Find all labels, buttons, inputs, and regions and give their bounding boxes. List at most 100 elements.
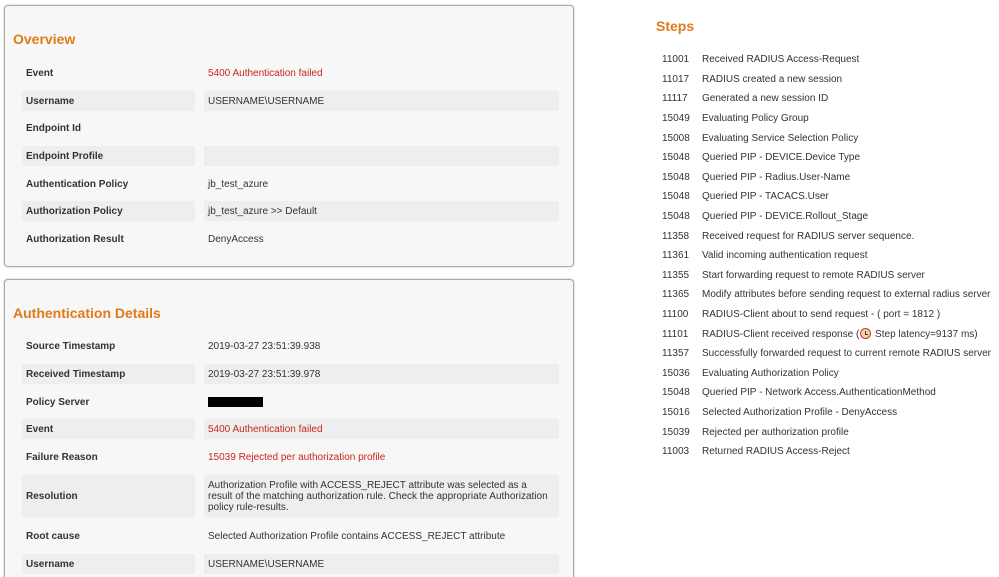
authentication-details-panel: Authentication Details Source Timestamp … xyxy=(4,279,574,577)
step-item: 15049 Evaluating Policy Group xyxy=(656,109,996,129)
step-code: 11365 xyxy=(662,289,690,301)
step-item: 15048 Queried PIP - Network Access.Authen… xyxy=(656,383,996,403)
overview-row-authorization-result: Authorization Result DenyAccess xyxy=(22,229,559,249)
step-item: 11101 RADIUS-Client received response ( S… xyxy=(656,324,996,344)
step-code: 15036 xyxy=(662,367,690,379)
step-item: 15048 Queried PIP - TACACS.User xyxy=(656,187,996,207)
row-label: Root cause xyxy=(26,530,80,542)
row-value: 15039 Rejected per authorization profile xyxy=(208,451,386,463)
row-label: Received Timestamp xyxy=(22,364,195,384)
step-code: 15048 xyxy=(662,152,690,164)
row-label: Endpoint Id xyxy=(26,122,81,134)
step-desc: Received request for RADIUS server seque… xyxy=(702,230,915,242)
step-desc: Rejected per authorization profile xyxy=(702,426,849,438)
steps-title: Steps xyxy=(656,18,695,34)
overview-row-endpoint-profile: Endpoint Profile xyxy=(22,146,559,166)
auth-row-policy-server: Policy Server xyxy=(22,392,559,412)
step-desc: Selected Authorization Profile - DenyAcc… xyxy=(702,406,898,418)
step-desc: Returned RADIUS Access-Reject xyxy=(702,446,850,458)
step-item: 11357 Successfully forwarded request to c… xyxy=(656,344,996,364)
overview-row-username: Username USERNAME\USERNAME xyxy=(22,91,559,111)
row-value: USERNAME\USERNAME xyxy=(204,554,559,574)
auth-row-received-timestamp: Received Timestamp 2019-03-27 23:51:39.9… xyxy=(22,364,559,384)
overview-row-endpoint-id: Endpoint Id xyxy=(22,118,559,138)
row-value: USERNAME\USERNAME xyxy=(204,91,559,111)
step-code: 11017 xyxy=(662,73,690,85)
step-desc: Evaluating Policy Group xyxy=(702,113,809,125)
row-label: Username xyxy=(22,554,195,574)
step-desc-before: RADIUS-Client received response ( xyxy=(702,329,860,341)
step-desc: RADIUS-Client about to send request - ( … xyxy=(702,309,941,321)
step-item: 11003 Returned RADIUS Access-Reject xyxy=(656,442,996,462)
step-desc: Successfully forwarded request to curren… xyxy=(702,348,991,360)
step-code: 11101 xyxy=(662,328,689,340)
row-label: Endpoint Profile xyxy=(22,146,195,166)
alarm-clock-icon xyxy=(860,328,872,340)
step-item: 15036 Evaluating Authorization Policy xyxy=(656,364,996,384)
step-item: 15008 Evaluating Service Selection Policy xyxy=(656,128,996,148)
step-code: 11100 xyxy=(662,309,689,321)
auth-row-resolution: Resolution Authorization Profile with AC… xyxy=(22,475,559,517)
row-label: Failure Reason xyxy=(26,451,98,463)
row-label: Authorization Policy xyxy=(22,201,195,221)
step-code: 11003 xyxy=(662,446,690,458)
step-item: 15016 Selected Authorization Profile - De… xyxy=(656,403,996,423)
auth-row-event: Event 5400 Authentication failed xyxy=(22,419,559,439)
step-code: 15039 xyxy=(662,426,690,438)
row-value: 5400 Authentication failed xyxy=(208,67,323,79)
row-value: jb_test_azure >> Default xyxy=(204,201,559,221)
step-desc: Evaluating Authorization Policy xyxy=(702,367,839,379)
row-value: 5400 Authentication failed xyxy=(204,419,559,439)
overview-panel: Overview Event 5400 Authentication faile… xyxy=(4,5,574,267)
steps-section: Steps 11001 Received RADIUS Access-Reques… xyxy=(656,18,996,461)
row-value xyxy=(204,392,559,412)
step-code: 15048 xyxy=(662,171,690,183)
step-code: 15008 xyxy=(662,132,690,144)
auth-row-username: Username USERNAME\USERNAME xyxy=(22,554,559,574)
auth-row-source-timestamp: Source Timestamp 2019-03-27 23:51:39.938 xyxy=(22,336,559,356)
step-desc: Received RADIUS Access-Request xyxy=(702,54,860,66)
step-item: 11358 Received request for RADIUS server … xyxy=(656,226,996,246)
step-desc: Valid incoming authentication request xyxy=(702,250,868,262)
row-value: 2019-03-27 23:51:39.938 xyxy=(208,340,321,352)
step-item: 11355 Start forwarding request to remote … xyxy=(656,266,996,286)
authentication-details-title: Authentication Details xyxy=(13,305,161,321)
row-label: Authentication Policy xyxy=(26,178,129,190)
row-value xyxy=(204,146,559,166)
step-item: 15048 Queried PIP - DEVICE.Rollout_Stage xyxy=(656,207,996,227)
step-code: 11001 xyxy=(662,54,690,66)
step-code: 11355 xyxy=(662,269,690,281)
step-code: 11358 xyxy=(662,230,690,242)
step-desc: Queried PIP - Network Access.Authenticat… xyxy=(702,387,936,399)
step-desc: Queried PIP - DEVICE.Rollout_Stage xyxy=(702,211,869,223)
step-item: 11361 Valid incoming authentication reque… xyxy=(656,246,996,266)
step-code: 11361 xyxy=(662,250,690,262)
row-label: Event xyxy=(22,419,195,439)
step-code: 11117 xyxy=(662,93,688,105)
step-item: 11117 Generated a new session ID xyxy=(656,89,996,109)
step-desc: Start forwarding request to remote RADIU… xyxy=(702,269,925,281)
step-desc: Queried PIP - DEVICE.Device Type xyxy=(702,152,861,164)
row-value: jb_test_azure xyxy=(208,178,269,190)
overview-title: Overview xyxy=(13,31,76,47)
overview-row-event: Event 5400 Authentication failed xyxy=(22,63,559,83)
step-code: 15049 xyxy=(662,113,690,125)
step-desc: Queried PIP - TACACS.User xyxy=(702,191,829,203)
step-desc: Evaluating Service Selection Policy xyxy=(702,132,859,144)
row-value: Selected Authorization Profile contains … xyxy=(208,530,506,542)
steps-list: 11001 Received RADIUS Access-Request 1101… xyxy=(656,50,996,461)
step-item: 11365 Modify attributes before sending re… xyxy=(656,285,996,305)
step-item: 11017 RADIUS created a new session xyxy=(656,70,996,90)
row-label: Source Timestamp xyxy=(26,340,116,352)
step-code: 11357 xyxy=(662,348,690,360)
overview-row-authorization-policy: Authorization Policy jb_test_azure >> De… xyxy=(22,201,559,221)
auth-row-root-cause: Root cause Selected Authorization Profil… xyxy=(22,526,559,546)
overview-row-authentication-policy: Authentication Policy jb_test_azure xyxy=(22,174,559,194)
step-item: 11100 RADIUS-Client about to send request… xyxy=(656,305,996,325)
step-desc: Generated a new session ID xyxy=(702,93,829,105)
row-label: Authorization Result xyxy=(26,233,124,245)
step-code: 15016 xyxy=(662,406,690,418)
step-code: 15048 xyxy=(662,387,690,399)
step-item: 11001 Received RADIUS Access-Request xyxy=(656,50,996,70)
step-desc: Modify attributes before sending request… xyxy=(702,289,991,301)
